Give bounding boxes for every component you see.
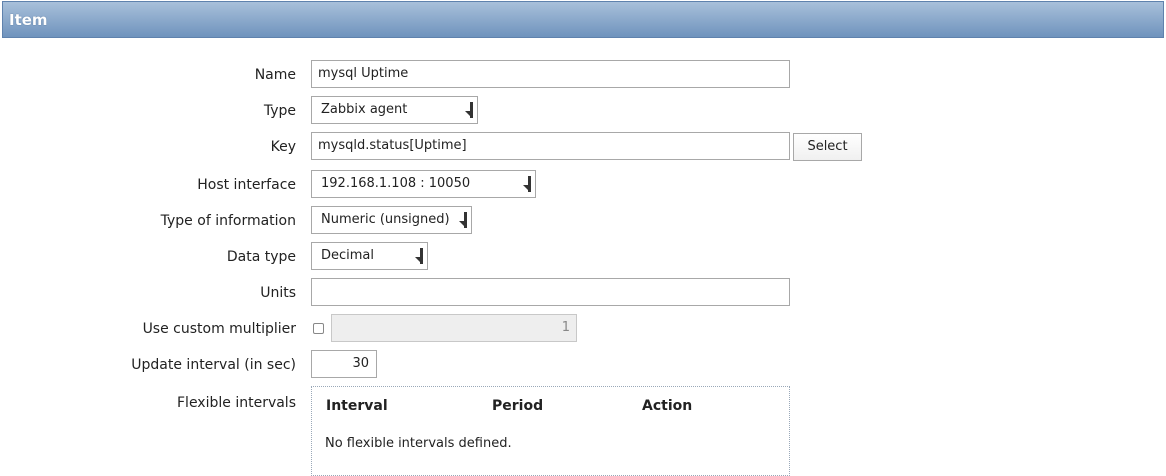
host-interface-select[interactable]: 192.168.1.108 : 10050 xyxy=(311,170,536,198)
data-type-select[interactable]: Decimal xyxy=(311,242,428,270)
name-row: Name mysql Uptime xyxy=(0,60,1166,90)
data-type-row: Data type Decimal xyxy=(0,242,1166,272)
units-row: Units xyxy=(0,278,1166,308)
dropdown-arrow-icon xyxy=(415,248,423,264)
column-header-period: Period xyxy=(492,398,544,414)
item-header: Item xyxy=(2,1,1164,38)
type-label: Type xyxy=(263,103,296,119)
type-of-information-select[interactable]: Numeric (unsigned) xyxy=(311,206,472,234)
column-header-action: Action xyxy=(642,398,693,414)
host-interface-select-value: 192.168.1.108 : 10050 xyxy=(321,176,471,191)
custom-multiplier-input[interactable]: 1 xyxy=(331,314,577,342)
data-type-label: Data type xyxy=(226,249,296,265)
data-type-select-value: Decimal xyxy=(321,248,375,263)
name-label: Name xyxy=(254,67,296,83)
host-interface-label: Host interface xyxy=(197,177,296,193)
flexible-intervals-label: Flexible intervals xyxy=(177,395,296,411)
type-select-value: Zabbix agent xyxy=(321,102,408,117)
type-of-information-select-value: Numeric (unsigned) xyxy=(321,212,450,227)
key-label: Key xyxy=(270,139,296,155)
units-label: Units xyxy=(260,285,296,301)
key-row: Key mysqld.status[Uptime] Select xyxy=(0,132,1166,162)
type-row: Type Zabbix agent xyxy=(0,96,1166,126)
custom-multiplier-label: Use custom multiplier xyxy=(142,321,296,337)
column-header-interval: Interval xyxy=(326,398,388,414)
key-input[interactable]: mysqld.status[Uptime] xyxy=(311,132,790,160)
update-interval-input[interactable]: 30 xyxy=(311,350,377,378)
host-interface-row: Host interface 192.168.1.108 : 10050 xyxy=(0,170,1166,200)
units-input[interactable] xyxy=(311,278,790,306)
dropdown-arrow-icon xyxy=(459,212,467,228)
type-of-information-row: Type of information Numeric (unsigned) xyxy=(0,206,1166,236)
update-interval-label: Update interval (in sec) xyxy=(131,357,296,373)
custom-multiplier-row: Use custom multiplier 1 xyxy=(0,314,1166,344)
flexible-intervals-table: Interval Period Action No flexible inter… xyxy=(311,386,790,476)
update-interval-row: Update interval (in sec) 30 xyxy=(0,350,1166,380)
custom-multiplier-checkbox[interactable] xyxy=(313,323,324,334)
type-select[interactable]: Zabbix agent xyxy=(311,96,478,124)
type-of-information-label: Type of information xyxy=(160,213,296,229)
flexible-intervals-empty-text: No flexible intervals defined. xyxy=(325,436,512,451)
dropdown-arrow-icon xyxy=(465,102,473,118)
select-key-button[interactable]: Select xyxy=(793,133,862,161)
page-title: Item xyxy=(9,11,48,29)
dropdown-arrow-icon xyxy=(523,176,531,192)
name-input[interactable]: mysql Uptime xyxy=(311,60,790,88)
